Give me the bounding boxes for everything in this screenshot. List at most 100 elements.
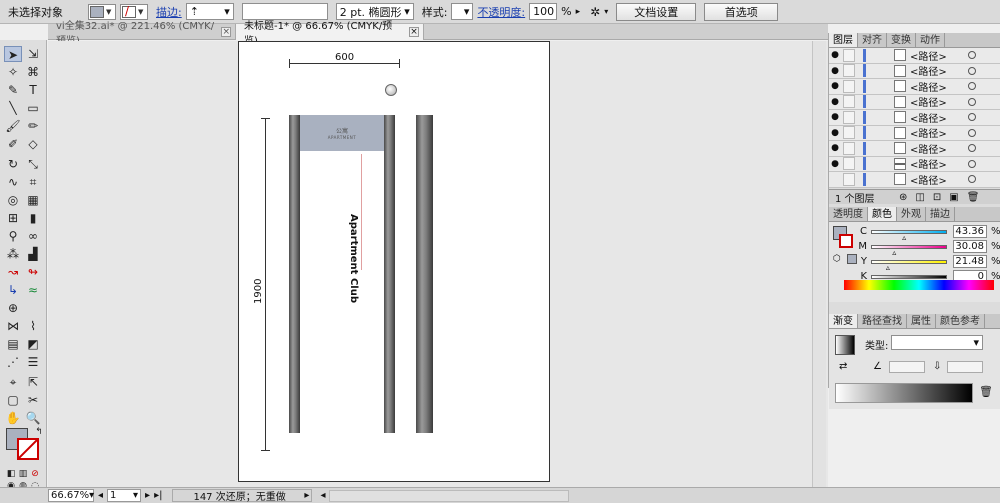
gradient-type-dropdown[interactable]: ▾ [891, 335, 983, 350]
target-icon[interactable] [968, 66, 976, 75]
lock-icon[interactable] [843, 79, 855, 93]
mesh-tool-icon[interactable]: ⊞ [4, 210, 22, 226]
zoom-field[interactable]: 66.67% ▾ [48, 489, 94, 502]
panel-swap-icon[interactable]: ⬡ [833, 254, 841, 264]
tab-attributes[interactable]: 属性 [907, 314, 936, 328]
list-tool-icon[interactable]: ☰ [24, 354, 42, 370]
layer-row[interactable]: ● <路径> [829, 125, 1000, 141]
pen-tool-icon[interactable]: ✎ [4, 82, 22, 98]
eye-icon[interactable]: ● [829, 66, 841, 76]
tab-layers[interactable]: 图层 [829, 33, 858, 47]
lock-icon[interactable] [843, 157, 855, 171]
delete-layer-icon[interactable]: 🗑 [967, 192, 980, 203]
blend-tool-icon[interactable]: ∞ [24, 228, 42, 244]
scroll-left-icon[interactable]: ◂ [320, 490, 325, 501]
slider-value[interactable]: 21.48 [953, 255, 987, 268]
live-paint-tool-icon[interactable]: ⌖ [4, 374, 22, 390]
layer-row[interactable]: ● <路径> [829, 48, 1000, 64]
lock-icon[interactable] [843, 126, 855, 140]
envelope-tool-icon[interactable]: ⌇ [24, 318, 42, 334]
paintbrush-tool-icon[interactable]: 🖌 [4, 118, 22, 134]
lock-icon[interactable] [843, 48, 855, 62]
slider-track[interactable]: ▵ [871, 229, 947, 242]
layer-row[interactable]: ● <路径> [829, 156, 1000, 172]
lock-icon[interactable] [843, 64, 855, 78]
layer-row[interactable]: ● <路径> [829, 110, 1000, 126]
lock-icon[interactable] [843, 172, 855, 186]
layer-row[interactable]: ● <路径> [829, 141, 1000, 157]
graph-tool-icon[interactable]: ▤ [4, 336, 22, 352]
preferences-button[interactable]: 首选项 [704, 2, 779, 21]
eye-icon[interactable]: ● [829, 128, 841, 138]
type-tool-icon[interactable]: T [24, 82, 42, 98]
slider-value[interactable]: 43.36 [953, 225, 987, 238]
make-clipping-mask-icon[interactable]: ◫ [915, 192, 924, 203]
layer-row[interactable]: ● <路径> [829, 94, 1000, 110]
first-page-icon[interactable]: ◂ [98, 490, 103, 501]
tab-transparency[interactable]: 透明度 [829, 207, 868, 221]
target-icon[interactable] [968, 97, 976, 106]
eye-icon[interactable]: ● [829, 97, 841, 107]
eye-icon[interactable]: ● [829, 50, 841, 60]
tab-stroke[interactable]: 描边 [926, 207, 955, 221]
slider-m[interactable]: M ▵ 30.08% [843, 239, 1000, 257]
target-icon[interactable] [968, 82, 976, 91]
color-spectrum[interactable] [844, 280, 994, 290]
stroke-color-box[interactable] [17, 438, 39, 460]
slider-y[interactable]: Y ▵ 21.48% [843, 254, 1000, 272]
slider-value[interactable]: 30.08 [953, 240, 987, 253]
rotate-tool-icon[interactable]: ↻ [4, 156, 22, 172]
opacity-label[interactable]: 不透明度: [477, 4, 525, 20]
sign-panel[interactable]: 公寓 APARTMENT [300, 115, 384, 151]
tab-appearance[interactable]: 外观 [897, 207, 926, 221]
slider-marker-icon[interactable]: ▵ [892, 248, 896, 257]
angle-field[interactable] [889, 361, 925, 373]
warp-tool-icon[interactable]: ∿ [4, 174, 22, 190]
anchor-add-tool-icon[interactable]: ↝ [4, 264, 22, 280]
tab-pathfinder[interactable]: 路径查找 [858, 314, 907, 328]
close-icon[interactable]: × [221, 27, 231, 37]
lock-icon[interactable] [843, 110, 855, 124]
last-page-icon[interactable]: ▸| [154, 490, 162, 501]
eye-icon[interactable]: ● [829, 143, 841, 153]
locate-object-icon[interactable]: ⊛ [899, 192, 907, 203]
lock-icon[interactable] [843, 141, 855, 155]
knife-tool-icon[interactable]: ✂ [24, 392, 42, 408]
layer-row[interactable]: ● <路径> [829, 63, 1000, 79]
target-icon[interactable] [968, 159, 976, 168]
magic-wand-tool-icon[interactable]: ✧ [4, 64, 22, 80]
slice-tool-icon[interactable]: ◩ [24, 336, 42, 352]
gradient-tool-icon[interactable]: ▮ [24, 210, 42, 226]
slider-track[interactable]: ▵ [871, 259, 947, 272]
slider-track[interactable]: ▵ [871, 244, 947, 257]
pencil-tool-icon[interactable]: ✏ [24, 118, 42, 134]
document-setup-button[interactable]: 文档设置 [616, 2, 697, 21]
eraser-tool-icon[interactable]: ◇ [24, 136, 42, 152]
layer-row[interactable]: <路径> [829, 172, 1000, 188]
tab-actions[interactable]: 动作 [916, 33, 945, 47]
artboard-tool-icon[interactable]: ▢ [4, 392, 22, 408]
tab-transform[interactable]: 变换 [887, 33, 916, 47]
target-icon[interactable] [968, 128, 976, 137]
gradient-slider[interactable] [835, 383, 973, 403]
recolor-icon[interactable]: ✲ [590, 5, 600, 19]
canvas-area[interactable]: 600 1900 公寓 APARTMENT Apartment Club [48, 41, 828, 487]
crosshair-tool-icon[interactable]: ⊕ [4, 300, 22, 316]
rectangle-tool-icon[interactable]: ▭ [24, 100, 42, 116]
opacity-field[interactable]: 100 [529, 3, 558, 20]
recolor-dropdown-icon[interactable]: ▾ [604, 7, 608, 16]
target-icon[interactable] [968, 113, 976, 122]
blob-brush-tool-icon[interactable]: ✐ [4, 136, 22, 152]
right-pole[interactable] [416, 115, 433, 433]
chart-tool-icon[interactable]: ⋰ [4, 354, 22, 370]
vertical-scrollbar[interactable] [812, 41, 826, 487]
shape-builder-tool-icon[interactable]: ◎ [4, 192, 22, 208]
anchor-convert-tool-icon[interactable]: ↬ [24, 264, 42, 280]
tab-align[interactable]: 对齐 [858, 33, 887, 47]
scale-tool-icon[interactable]: ⤡ [24, 156, 42, 172]
layer-row[interactable]: ● <路径> [829, 79, 1000, 95]
tab-untitled-1[interactable]: 未标题-1* @ 66.67% (CMYK/预览) × [236, 21, 424, 47]
symbol-sprayer-tool-icon[interactable]: ⁂ [4, 246, 22, 262]
tab-color-guide[interactable]: 颜色参考 [936, 314, 985, 328]
style-field[interactable]: ▾ [451, 3, 474, 20]
